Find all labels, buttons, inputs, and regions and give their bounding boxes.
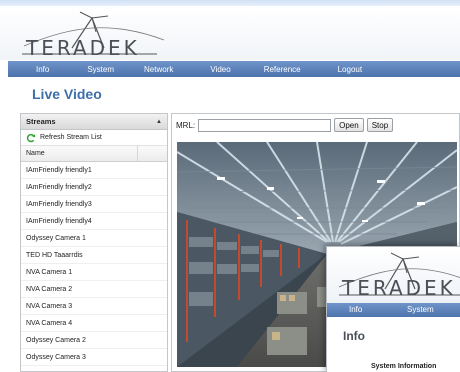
streams-column-header: Name <box>21 146 167 162</box>
stream-row[interactable]: NVA Camera 1 <box>21 264 167 281</box>
stream-row[interactable]: Odyssey Camera 1 <box>21 230 167 247</box>
stream-row[interactable]: Odyssey Camera 2 <box>21 332 167 349</box>
stream-row[interactable]: TED HD Taaarrdis <box>21 247 167 264</box>
stream-row[interactable]: IAmFriendly friendly3 <box>21 196 167 213</box>
overlay-nav-info[interactable]: Info <box>349 305 362 314</box>
nav-logout[interactable]: Logout <box>338 65 362 74</box>
overlay-page-title: Info <box>343 329 365 343</box>
stop-button[interactable]: Stop <box>366 118 394 132</box>
mrl-bar: MRL: Open Stop <box>172 114 459 136</box>
refresh-stream-list-button[interactable]: Refresh Stream List <box>21 130 167 146</box>
nav-reference[interactable]: Reference <box>264 65 301 74</box>
main-nav: Info System Network Video Reference Logo… <box>8 61 460 77</box>
overlay-section-title: System Information <box>371 363 437 370</box>
streams-header: Streams ▲ <box>21 114 167 130</box>
nav-video[interactable]: Video <box>210 65 230 74</box>
page-title: Live Video <box>32 86 102 102</box>
overlay-nav-system[interactable]: System <box>407 305 434 314</box>
stream-row[interactable]: NVA Camera 3 <box>21 298 167 315</box>
open-button[interactable]: Open <box>334 118 364 132</box>
stream-row[interactable]: IAmFriendly friendly4 <box>21 213 167 230</box>
stream-row[interactable]: NVA Camera 4 <box>21 315 167 332</box>
stream-row[interactable]: IAmFriendly friendly1 <box>21 162 167 179</box>
info-window-overlay[interactable]: TERADEK Info System Info System Informat… <box>326 246 460 372</box>
stream-row[interactable]: Odyssey Camera 3 <box>21 349 167 366</box>
refresh-label: Refresh Stream List <box>40 134 102 141</box>
logo-text: TERADEK <box>26 36 140 60</box>
nav-network[interactable]: Network <box>144 65 173 74</box>
refresh-icon <box>26 133 36 142</box>
stream-row[interactable]: IAmFriendly friendly2 <box>21 179 167 196</box>
overlay-teradek-logo: TERADEK <box>338 251 460 301</box>
nav-system[interactable]: System <box>87 65 114 74</box>
collapse-up-icon[interactable]: ▲ <box>156 119 162 125</box>
column-name[interactable]: Name <box>21 146 138 161</box>
nav-info[interactable]: Info <box>36 65 49 74</box>
teradek-logo: TERADEK <box>22 10 167 60</box>
stream-row[interactable]: NVA Camera 2 <box>21 281 167 298</box>
mrl-input[interactable] <box>198 118 332 132</box>
mrl-label: MRL: <box>176 120 196 130</box>
column-extra <box>138 146 167 161</box>
streams-title: Streams <box>26 117 56 126</box>
overlay-logo-text: TERADEK <box>342 276 456 300</box>
overlay-nav: Info System <box>327 303 460 317</box>
streams-panel: Streams ▲ Refresh Stream List Name IAmFr… <box>20 113 168 372</box>
page: TERADEK Info System Network Video Refere… <box>0 0 460 372</box>
